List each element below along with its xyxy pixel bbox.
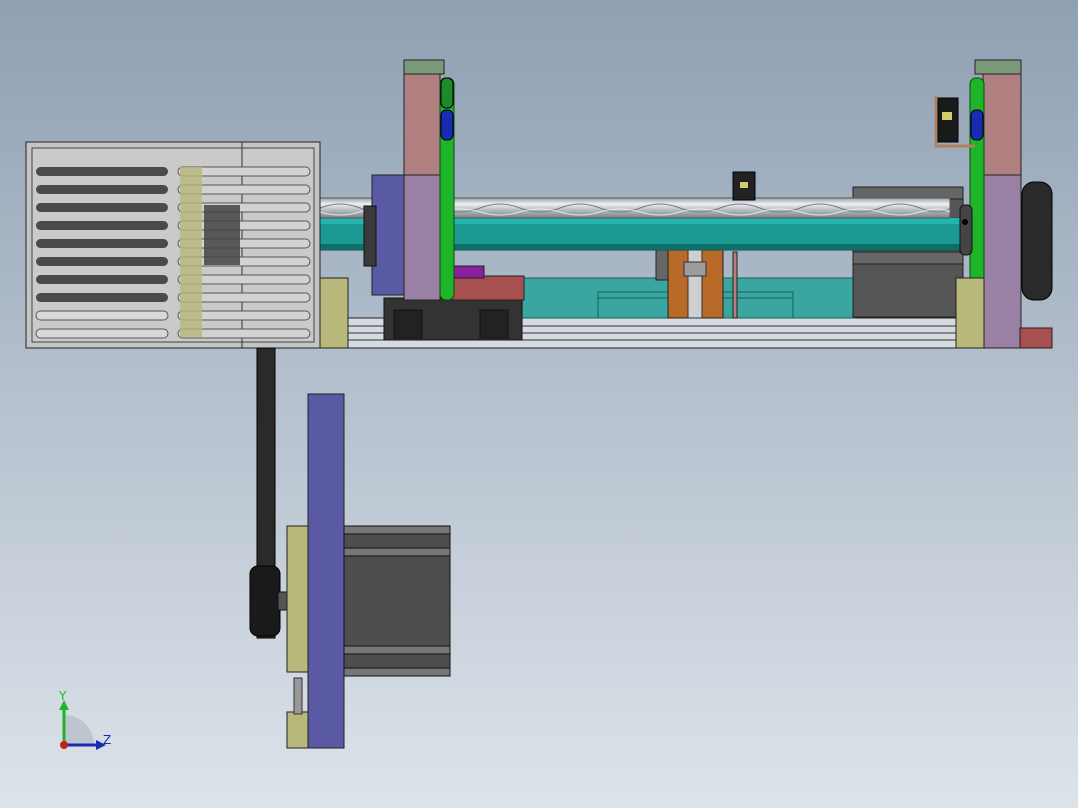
servo-motor: [343, 525, 451, 677]
viewport-background: [0, 0, 1078, 808]
vented-housing: [25, 141, 321, 349]
motor-plate: [286, 525, 310, 749]
cad-assembly-view: Y Z: [0, 0, 1078, 808]
center-sensor: [732, 171, 756, 201]
left-upright: [403, 59, 455, 301]
blue-plate: [307, 393, 345, 749]
y-axis-label: Y: [58, 689, 67, 703]
z-axis-label: Z: [103, 733, 111, 747]
